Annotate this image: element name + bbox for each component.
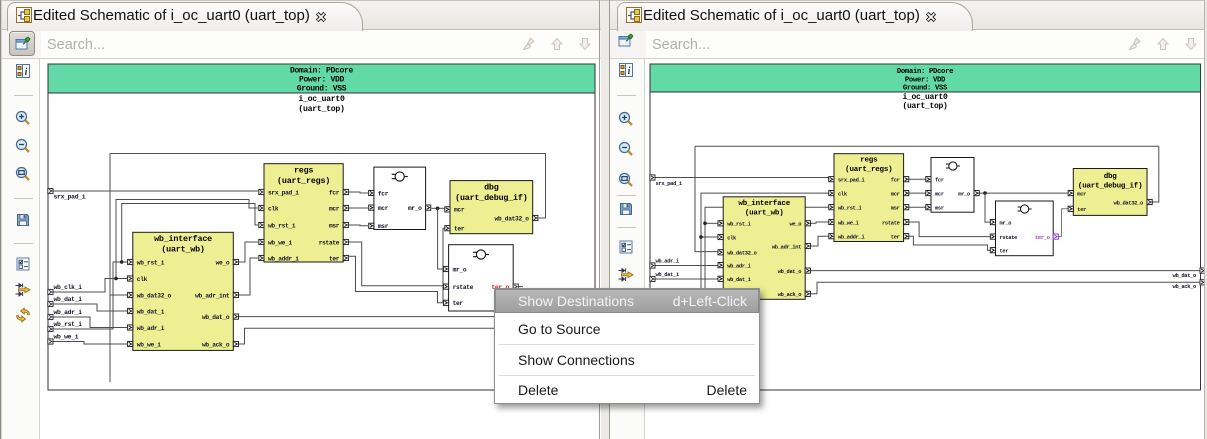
svg-text:Power: VDD: Power: VDD [905, 76, 946, 84]
svg-text:srx_pad_i: srx_pad_i [54, 194, 86, 201]
svg-text:wb_adr_i: wb_adr_i [727, 263, 752, 269]
svg-text:wb_dat_o: wb_dat_o [1173, 273, 1197, 279]
svg-text:mr_o: mr_o [958, 191, 970, 197]
svg-text:regs: regs [294, 166, 313, 176]
svg-text:msr: msr [891, 206, 900, 212]
svg-text:Domain: PDcore: Domain: PDcore [290, 66, 354, 75]
svg-text:wb_dat_i: wb_dat_i [656, 272, 681, 278]
svg-text:(uart_regs): (uart_regs) [845, 166, 892, 174]
svg-text:wb_we_i: wb_we_i [137, 341, 161, 348]
svg-text:wb_we_i: wb_we_i [838, 220, 860, 226]
svg-text:wb_rst_i: wb_rst_i [838, 206, 863, 212]
svg-text:mcr: mcr [329, 205, 340, 212]
svg-text:(uart_wb): (uart_wb) [161, 245, 204, 255]
svg-text:wb_dat32_o: wb_dat32_o [1114, 200, 1143, 206]
svg-text:Ground: VSS: Ground: VSS [297, 85, 347, 94]
svg-text:(uart_wb): (uart_wb) [745, 210, 784, 218]
svg-text:wb_dat32_o: wb_dat32_o [137, 292, 172, 299]
svg-text:wb_interface: wb_interface [738, 200, 790, 208]
svg-text:wb_addr_i: wb_addr_i [838, 235, 865, 241]
svg-text:fcr: fcr [935, 178, 944, 184]
svg-text:ter: ter [329, 255, 340, 262]
svg-text:ter: ter [453, 300, 464, 307]
svg-text:mr_o: mr_o [1000, 220, 1012, 226]
svg-text:rstate: rstate [1000, 235, 1018, 241]
svg-text:(uart_debug_if): (uart_debug_if) [1078, 183, 1143, 191]
svg-text:srx_pad_i: srx_pad_i [838, 178, 865, 184]
svg-text:srx_pad_i: srx_pad_i [268, 189, 299, 196]
svg-text:(uart_debug_if): (uart_debug_if) [455, 193, 527, 203]
svg-text:wb_dat_o: wb_dat_o [778, 269, 802, 275]
svg-text:(uart_regs): (uart_regs) [277, 176, 330, 186]
svg-text:ter: ter [454, 226, 465, 233]
svg-text:wb_dat_o: wb_dat_o [202, 314, 230, 321]
svg-text:ter: ter [891, 235, 900, 241]
svg-text:wb_dat32_o: wb_dat32_o [495, 215, 530, 222]
svg-text:Power: VDD: Power: VDD [299, 76, 345, 85]
svg-text:we_o: we_o [789, 222, 801, 228]
svg-text:wb_rst_i: wb_rst_i [54, 321, 83, 328]
svg-text:ter: ter [1077, 207, 1086, 213]
svg-text:wb_ack_o: wb_ack_o [202, 341, 230, 348]
svg-text:wb_dat_i: wb_dat_i [54, 296, 83, 303]
svg-text:rstate: rstate [319, 239, 340, 246]
svg-text:clk: clk [727, 235, 737, 241]
svg-text:ter: ter [1000, 249, 1009, 255]
svg-text:srx_pad_i: srx_pad_i [656, 181, 683, 187]
svg-text:mr_o: mr_o [453, 266, 467, 273]
svg-text:fcr: fcr [891, 178, 900, 184]
svg-text:clk: clk [137, 276, 148, 283]
svg-text:wb_interface: wb_interface [154, 234, 212, 244]
svg-text:we_o: we_o [216, 259, 230, 266]
svg-text:wb_rst_i: wb_rst_i [268, 222, 296, 229]
svg-text:wb_dat32_o: wb_dat32_o [727, 251, 756, 257]
svg-text:wb_we_i: wb_we_i [54, 333, 79, 340]
svg-text:wb_adr_int: wb_adr_int [195, 292, 230, 299]
svg-text:clk: clk [268, 205, 279, 212]
svg-text:clk: clk [838, 191, 848, 197]
svg-text:fcr: fcr [378, 190, 389, 197]
svg-text:msr: msr [935, 206, 944, 212]
svg-text:wb_adr_int: wb_adr_int [772, 244, 801, 250]
svg-text:i_oc_uart0: i_oc_uart0 [298, 94, 345, 104]
svg-text:wb_rst_i: wb_rst_i [727, 222, 752, 228]
svg-text:rstate: rstate [453, 284, 474, 291]
svg-text:wb_rst_i: wb_rst_i [137, 259, 165, 266]
svg-text:mcr: mcr [378, 205, 389, 212]
svg-text:regs: regs [860, 157, 878, 165]
svg-text:(uart_top): (uart_top) [902, 102, 947, 111]
svg-text:mcr: mcr [454, 207, 465, 214]
svg-text:i_oc_uart0: i_oc_uart0 [902, 93, 948, 102]
svg-text:wb_adr_i: wb_adr_i [54, 309, 83, 316]
svg-text:mcr: mcr [1077, 191, 1086, 197]
svg-text:wb_we_i: wb_we_i [268, 239, 292, 246]
svg-text:wb_ack_o: wb_ack_o [778, 292, 802, 298]
svg-text:msr: msr [329, 222, 340, 229]
svg-text:dbg: dbg [1104, 173, 1118, 181]
svg-text:wb_dat_i: wb_dat_i [137, 308, 165, 315]
svg-text:fcr: fcr [329, 189, 340, 196]
svg-text:Domain: PDcore: Domain: PDcore [897, 68, 953, 76]
svg-text:wb_adr_i: wb_adr_i [656, 258, 681, 264]
svg-text:dbg: dbg [484, 183, 499, 193]
svg-text:wb_ack_o: wb_ack_o [1173, 284, 1197, 290]
svg-text:wb_addr_i: wb_addr_i [268, 255, 299, 262]
svg-text:rstate: rstate [882, 220, 900, 226]
svg-text:wb_clk_i: wb_clk_i [54, 284, 83, 291]
svg-text:mcr: mcr [891, 191, 900, 197]
svg-text:wb_adr_i: wb_adr_i [137, 325, 165, 332]
svg-text:mr_o: mr_o [408, 205, 422, 212]
svg-text:(uart_top): (uart_top) [298, 104, 344, 114]
svg-text:mcr: mcr [935, 191, 944, 197]
svg-text:wb_dat_i: wb_dat_i [727, 277, 752, 283]
svg-text:msr: msr [378, 223, 389, 230]
svg-text:Ground: VSS: Ground: VSS [903, 85, 948, 93]
svg-text:ter_o: ter_o [1035, 235, 1050, 241]
